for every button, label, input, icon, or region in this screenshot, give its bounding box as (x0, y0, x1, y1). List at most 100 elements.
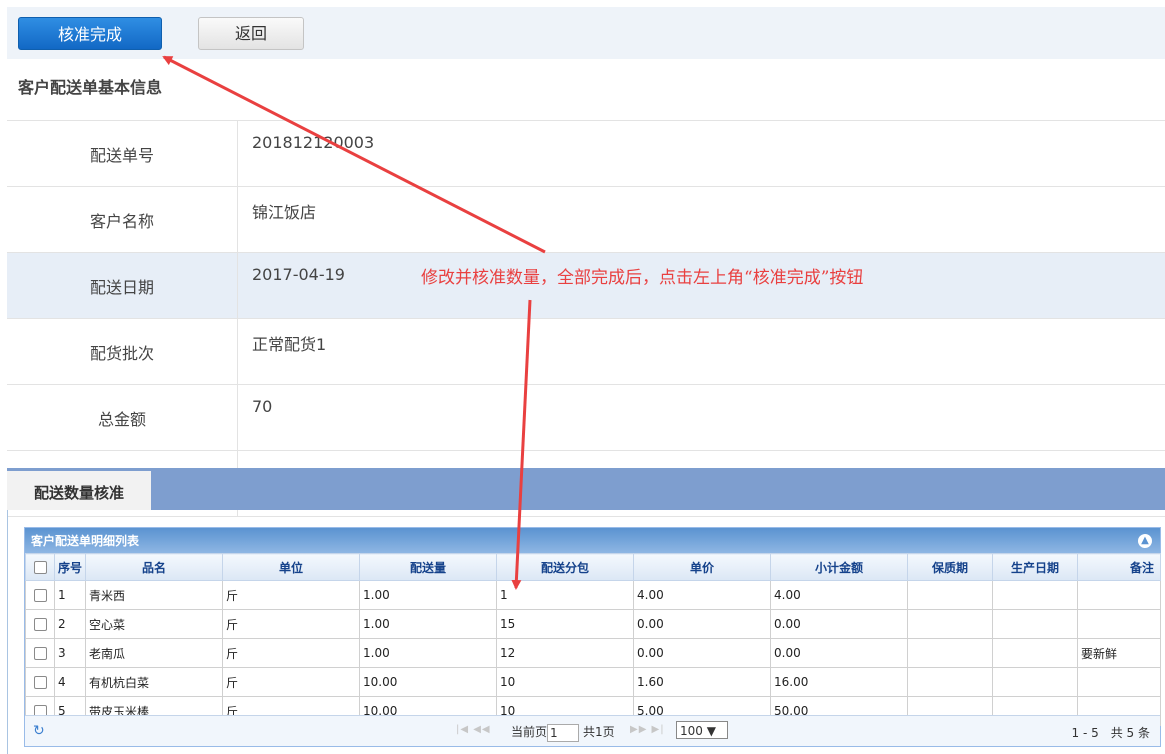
cell-unit: 斤 (222, 638, 360, 668)
page-number-input[interactable]: 1 (547, 723, 580, 742)
info-row: 客户名称 锦江饭店 (7, 186, 1165, 253)
grid-title: 客户配送单明细列表 ▲ (25, 528, 1160, 553)
pager: ↻ |◀ ◀◀ 当前页 1 共1页 ▶▶ ▶| 100 ▼ 1 - 5 共 5 条 (25, 715, 1160, 746)
cell-prod-date (992, 638, 1078, 668)
cell-unit: 斤 (222, 609, 360, 639)
cell-remark: 要新鲜 (1077, 638, 1161, 668)
first-prev-page-icons[interactable]: |◀ ◀◀ (456, 724, 491, 735)
cell-price: 0.00 (633, 638, 771, 668)
info-table: 配送单号 201812120003 客户名称 锦江饭店 配送日期 2017-04… (7, 120, 1165, 517)
cell-pack[interactable]: 1 (496, 580, 634, 610)
cell-name: 青米西 (85, 580, 223, 610)
refresh-icon[interactable]: ↻ (33, 723, 45, 739)
column-header[interactable]: 配送量 (359, 553, 497, 581)
cell-subtotal: 0.00 (770, 638, 908, 668)
cell-unit: 斤 (222, 580, 360, 610)
column-header[interactable]: 配送分包 (496, 553, 634, 581)
cell-name: 老南瓜 (85, 638, 223, 668)
cell-subtotal: 4.00 (770, 580, 908, 610)
cell-shelf-life (907, 609, 993, 639)
current-page-label: 当前页 (511, 725, 548, 739)
info-value: 正常配货1 (237, 318, 1165, 385)
page-size-select[interactable]: 100 ▼ (676, 721, 728, 739)
total-pages: 共1页 (583, 725, 615, 739)
checkbox-icon[interactable] (33, 647, 47, 660)
table-row[interactable]: 3 老南瓜 斤 1.00 12 0.00 0.00 要新鲜 (25, 638, 1161, 668)
column-header[interactable]: 备注 (1077, 553, 1161, 581)
checkbox-icon[interactable] (33, 618, 47, 631)
tab-bar: 配送数量核准 (7, 468, 1165, 510)
column-header[interactable]: 生产日期 (992, 553, 1078, 581)
column-header[interactable]: 序号 (54, 553, 86, 581)
back-button[interactable]: 返回 (198, 17, 304, 50)
grid-title-text: 客户配送单明细列表 (31, 534, 140, 548)
cell-subtotal: 16.00 (770, 667, 908, 697)
cell-no: 1 (54, 580, 86, 610)
cell-name: 空心菜 (85, 609, 223, 639)
cell-unit: 斤 (222, 667, 360, 697)
cell-prod-date (992, 667, 1078, 697)
info-label: 配送单号 (7, 120, 238, 187)
cell-shelf-life (907, 580, 993, 610)
checkbox-icon[interactable] (33, 589, 47, 602)
cell-pack[interactable]: 12 (496, 638, 634, 668)
cell-qty[interactable]: 1.00 (359, 609, 497, 639)
cell-remark (1077, 667, 1161, 697)
info-section-title: 客户配送单基本信息 (18, 78, 163, 97)
detail-grid: 客户配送单明细列表 ▲ 序号 品名 单位 配送量 配送分包 单价 小计金额 保质… (24, 527, 1161, 747)
table-row[interactable]: 2 空心菜 斤 1.00 15 0.00 0.00 (25, 609, 1161, 639)
info-value: 70 (237, 384, 1165, 451)
info-label: 总金额 (7, 384, 238, 451)
info-value: 201812120003 (237, 120, 1165, 187)
cell-shelf-life (907, 638, 993, 668)
cell-prod-date (992, 580, 1078, 610)
cell-price: 1.60 (633, 667, 771, 697)
next-last-page-icons[interactable]: ▶▶ ▶| (630, 724, 665, 735)
table-row[interactable]: 4 有机杭白菜 斤 10.00 10 1.60 16.00 (25, 667, 1161, 697)
checkbox-icon[interactable] (33, 561, 47, 574)
cell-subtotal: 0.00 (770, 609, 908, 639)
cell-remark (1077, 609, 1161, 639)
current-page: 当前页 1 (511, 723, 580, 742)
toolbar: 核准完成 返回 (7, 7, 1165, 59)
cell-no: 4 (54, 667, 86, 697)
info-row: 配货批次 正常配货1 (7, 318, 1165, 385)
info-label: 配货批次 (7, 318, 238, 385)
cell-no: 2 (54, 609, 86, 639)
confirm-button[interactable]: 核准完成 (18, 17, 162, 50)
cell-qty[interactable]: 10.00 (359, 667, 497, 697)
cell-qty[interactable]: 1.00 (359, 580, 497, 610)
column-header[interactable]: 单价 (633, 553, 771, 581)
info-value: 锦江饭店 (237, 186, 1165, 253)
grid-panel: 客户配送单明细列表 ▲ 序号 品名 单位 配送量 配送分包 单价 小计金额 保质… (7, 510, 1165, 754)
table-row[interactable]: 1 青米西 斤 1.00 1 4.00 4.00 (25, 580, 1161, 610)
row-select-cell[interactable] (25, 667, 55, 697)
cell-prod-date (992, 609, 1078, 639)
select-all-cell[interactable] (25, 553, 55, 581)
collapse-icon[interactable]: ▲ (1138, 534, 1152, 548)
cell-qty[interactable]: 1.00 (359, 638, 497, 668)
grid-header-row: 序号 品名 单位 配送量 配送分包 单价 小计金额 保质期 生产日期 备注 (25, 553, 1161, 581)
cell-price: 4.00 (633, 580, 771, 610)
cell-shelf-life (907, 667, 993, 697)
checkbox-icon[interactable] (33, 676, 47, 689)
info-row: 总金额 70 (7, 384, 1165, 451)
info-row: 配送单号 201812120003 (7, 120, 1165, 187)
cell-pack[interactable]: 15 (496, 609, 634, 639)
tab-quantity-check[interactable]: 配送数量核准 (7, 471, 151, 510)
column-header[interactable]: 小计金额 (770, 553, 908, 581)
row-select-cell[interactable] (25, 609, 55, 639)
column-header[interactable]: 单位 (222, 553, 360, 581)
record-count: 1 - 5 共 5 条 (1071, 726, 1151, 740)
row-select-cell[interactable] (25, 580, 55, 610)
info-label: 客户名称 (7, 186, 238, 253)
row-select-cell[interactable] (25, 638, 55, 668)
info-label: 配送日期 (7, 252, 238, 319)
page-size-value: 100 (680, 724, 703, 738)
cell-price: 0.00 (633, 609, 771, 639)
cell-pack[interactable]: 10 (496, 667, 634, 697)
cell-no: 3 (54, 638, 86, 668)
column-header[interactable]: 品名 (85, 553, 223, 581)
cell-name: 有机杭白菜 (85, 667, 223, 697)
column-header[interactable]: 保质期 (907, 553, 993, 581)
